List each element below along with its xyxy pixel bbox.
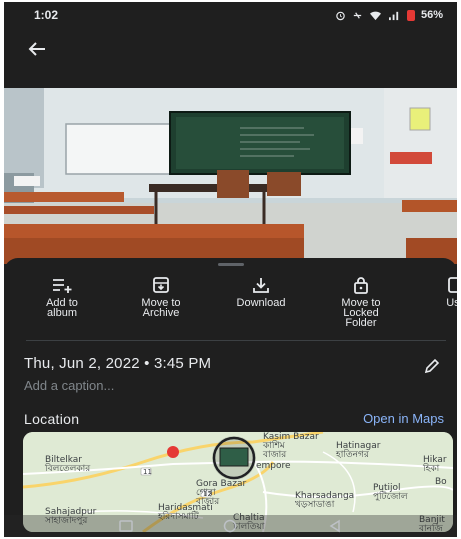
back-triangle-icon[interactable] [326, 519, 344, 533]
action-row: Add to album Move to Archive Download Mo… [4, 274, 457, 332]
archive-icon [149, 274, 173, 296]
map-road-11: 11 [143, 468, 152, 476]
map-label-empore: empore [256, 461, 291, 471]
map-label-kharsadanga: Kharsadanga খড়সাডাঙা [295, 491, 355, 510]
edit-datetime-button[interactable] [420, 354, 444, 378]
lock-icon [349, 274, 373, 296]
photo-datetime: Thu, Jun 2, 2022 • 3:45 PM [24, 355, 212, 372]
status-bar: 1:02 56% [4, 2, 457, 28]
move-to-locked-folder-label: Move to Locked Folder [341, 297, 381, 329]
back-button[interactable] [20, 32, 54, 66]
arrow-back-icon [28, 42, 45, 56]
open-in-maps-link[interactable]: Open in Maps [363, 411, 444, 426]
drag-handle[interactable] [218, 263, 244, 266]
map-label-hikar: Hikar হিকা [423, 455, 447, 474]
use-as-button[interactable]: Use [408, 274, 457, 309]
add-to-album-label: Add to album [46, 297, 78, 319]
move-to-locked-folder-button[interactable]: Move to Locked Folder [313, 274, 409, 329]
map-label-hatinagar: Hatinagar হাতিনগর [336, 441, 381, 460]
caption-input[interactable]: Add a caption... [24, 378, 114, 393]
map-label-kasim-bazar: Kasim Bazar কাশিম বাজার [263, 432, 319, 460]
download-label: Download [236, 297, 286, 309]
move-to-archive-label: Move to Archive [141, 297, 181, 319]
battery-level: 56% [420, 9, 443, 21]
recents-icon[interactable] [117, 519, 135, 533]
download-icon [249, 274, 273, 296]
status-icons: 56% [335, 9, 443, 21]
photo[interactable] [4, 88, 457, 264]
map-road-12: 12 [203, 490, 212, 498]
photo-viewer-screen: 1:02 56% Add to album Move to Archive Do… [4, 2, 457, 537]
system-nav-bar [4, 515, 457, 537]
signal-icon [388, 11, 399, 20]
map-label-bo: Bo [435, 477, 447, 487]
add-to-album-button[interactable]: Add to album [14, 274, 110, 319]
map-label-putijol: Putijol পুটিজোল [373, 483, 408, 502]
wifi-icon [369, 11, 381, 20]
status-time: 1:02 [34, 8, 59, 22]
divider [26, 340, 446, 341]
add-to-album-icon [50, 274, 74, 296]
use-as-icon [444, 274, 457, 296]
details-sheet: Add to album Move to Archive Download Mo… [4, 258, 457, 537]
battery-icon [406, 9, 415, 21]
pencil-icon [424, 358, 440, 374]
location-title: Location [24, 411, 80, 427]
download-button[interactable]: Download [213, 274, 309, 309]
do-not-disturb-icon [353, 11, 362, 19]
classroom-photo [4, 88, 457, 264]
map-label-biltelkar: Biltelkar বিলতেলকার [45, 455, 91, 474]
move-to-archive-button[interactable]: Move to Archive [113, 274, 209, 319]
alarm-icon [336, 11, 345, 20]
use-as-label: Use [446, 297, 457, 309]
top-app-bar [4, 28, 457, 88]
home-icon[interactable] [221, 519, 239, 533]
